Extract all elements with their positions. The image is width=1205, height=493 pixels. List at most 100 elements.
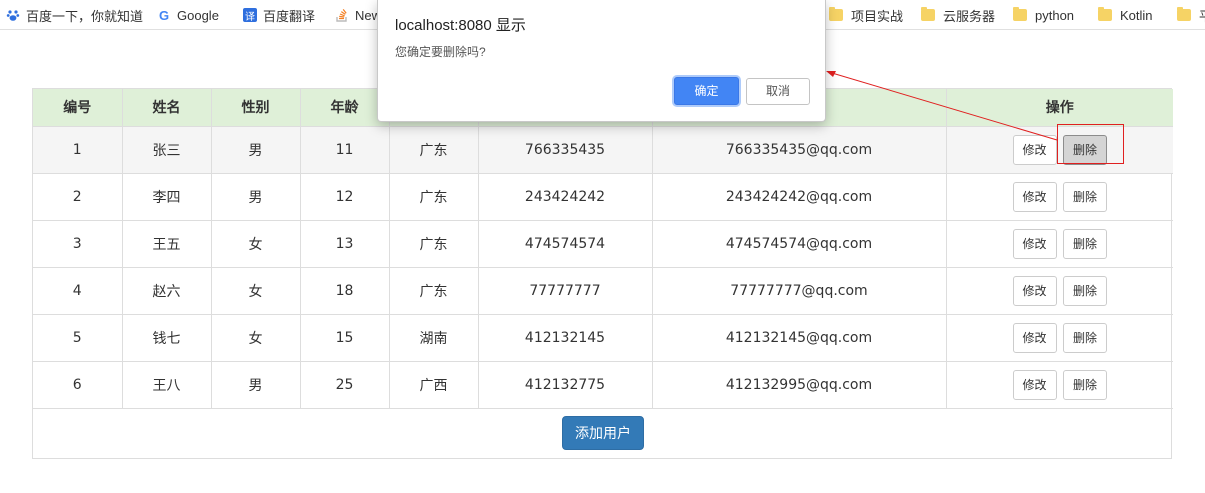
cell-name: 赵六	[122, 267, 212, 315]
dialog-message: 您确定要删除吗?	[395, 45, 486, 59]
edit-button[interactable]: 修改	[1012, 228, 1057, 259]
folder-icon	[921, 7, 935, 21]
cell-id: 4	[33, 267, 123, 315]
cell-age: 12	[300, 173, 390, 221]
cell-actions: 修改 删除	[946, 173, 1173, 221]
add-user-button[interactable]: 添加用户	[562, 416, 644, 451]
footer-cell: 添加用户	[33, 408, 1173, 458]
header-id: 编号	[33, 89, 123, 127]
edit-button[interactable]: 修改	[1012, 134, 1057, 165]
header-gender: 性别	[211, 89, 301, 127]
cell-email: 766335435@qq.com	[652, 126, 947, 174]
translate-icon: 译	[243, 8, 257, 23]
cell-province: 广东	[389, 220, 479, 268]
cell-email: 77777777@qq.com	[652, 267, 947, 315]
cell-gender: 女	[211, 220, 301, 268]
bookmark-label: Kotlin	[1120, 7, 1153, 23]
cell-id: 3	[33, 220, 123, 268]
bookmark-label: Google	[177, 7, 219, 23]
cell-name: 王五	[122, 220, 212, 268]
user-table: 编号 姓名 性别 年龄 操作 1 张三 男 11 广东 766335435 76…	[33, 89, 1173, 458]
dialog-cancel-button[interactable]: 取消	[746, 78, 810, 105]
cell-name: 李四	[122, 173, 212, 221]
folder-icon	[1098, 7, 1112, 21]
table-footer-row: 添加用户	[33, 408, 1173, 458]
header-actions: 操作	[946, 89, 1173, 127]
cell-gender: 男	[211, 361, 301, 409]
edit-button[interactable]: 修改	[1012, 369, 1057, 400]
cell-age: 11	[300, 126, 390, 174]
bookmark-label: 百度一下，你就知道	[26, 8, 144, 24]
cell-province: 湖南	[389, 314, 479, 362]
cell-id: 2	[33, 173, 123, 221]
folder-icon	[1177, 7, 1191, 21]
bookmark-label: 云服务器	[943, 8, 996, 24]
cell-province: 广东	[389, 267, 479, 315]
confirm-dialog: localhost:8080 显示 您确定要删除吗? 确定 取消	[377, 0, 826, 122]
bookmark-google[interactable]: G Google	[157, 0, 219, 30]
bookmark-label: 平	[1199, 6, 1205, 25]
cell-qq: 412132775	[478, 361, 653, 409]
table-row: 6 王八 男 25 广西 412132775 412132995@qq.com …	[33, 361, 1173, 409]
cell-qq: 474574574	[478, 220, 653, 268]
bookmark-baidu[interactable]: 百度一下，你就知道	[6, 0, 143, 30]
header-age: 年龄	[300, 89, 390, 127]
cell-age: 18	[300, 267, 390, 315]
cell-gender: 男	[211, 126, 301, 174]
cell-province: 广西	[389, 361, 479, 409]
cell-age: 13	[300, 220, 390, 268]
cell-gender: 女	[211, 267, 301, 315]
cell-actions: 修改 删除	[946, 361, 1173, 409]
annotation-highlight-box	[1057, 124, 1124, 164]
edit-button[interactable]: 修改	[1012, 322, 1057, 353]
dialog-title: localhost:8080 显示	[395, 17, 526, 34]
bookmark-folder-python[interactable]: python	[1013, 0, 1074, 30]
cell-actions: 修改 删除	[946, 314, 1173, 362]
google-icon: G	[158, 7, 170, 23]
cell-actions: 修改 删除	[946, 267, 1173, 315]
delete-button[interactable]: 删除	[1062, 181, 1107, 212]
cell-name: 张三	[122, 126, 212, 174]
folder-icon	[829, 7, 843, 21]
cell-id: 1	[33, 126, 123, 174]
cell-id: 5	[33, 314, 123, 362]
bookmark-folder-projects[interactable]: 项目实战	[829, 0, 903, 30]
bookmark-folder-kotlin[interactable]: Kotlin	[1098, 0, 1153, 30]
delete-button[interactable]: 删除	[1062, 322, 1107, 353]
user-table-panel: 编号 姓名 性别 年龄 操作 1 张三 男 11 广东 766335435 76…	[32, 88, 1173, 459]
table-row: 5 钱七 女 15 湖南 412132145 412132145@qq.com …	[33, 314, 1173, 362]
delete-button[interactable]: 删除	[1062, 275, 1107, 306]
delete-button[interactable]: 删除	[1062, 228, 1107, 259]
table-row: 3 王五 女 13 广东 474574574 474574574@qq.com …	[33, 220, 1173, 268]
cell-qq: 77777777	[478, 267, 653, 315]
header-name: 姓名	[122, 89, 212, 127]
cell-age: 25	[300, 361, 390, 409]
folder-icon	[1013, 7, 1027, 21]
delete-button[interactable]: 删除	[1062, 369, 1107, 400]
cell-id: 6	[33, 361, 123, 409]
table-row: 2 李四 男 12 广东 243424242 243424242@qq.com …	[33, 173, 1173, 221]
bookmark-folder-cloud[interactable]: 云服务器	[921, 0, 995, 30]
edit-button[interactable]: 修改	[1012, 181, 1057, 212]
cell-email: 412132145@qq.com	[652, 314, 947, 362]
baidu-paw-icon	[6, 8, 20, 22]
table-row: 4 赵六 女 18 广东 77777777 77777777@qq.com 修改…	[33, 267, 1173, 315]
cell-email: 474574574@qq.com	[652, 220, 947, 268]
dialog-ok-button[interactable]: 确定	[674, 77, 739, 105]
cell-actions: 修改 删除	[946, 220, 1173, 268]
bookmark-baidu-translate[interactable]: 译 百度翻译	[243, 0, 315, 30]
cell-age: 15	[300, 314, 390, 362]
cell-email: 243424242@qq.com	[652, 173, 947, 221]
edit-button[interactable]: 修改	[1012, 275, 1057, 306]
bookmark-folder-more[interactable]: 平	[1177, 0, 1205, 30]
bookmark-label: python	[1035, 7, 1075, 23]
cell-province: 广东	[389, 126, 479, 174]
bookmark-new[interactable]: New	[335, 0, 381, 30]
cell-qq: 766335435	[478, 126, 653, 174]
cell-qq: 243424242	[478, 173, 653, 221]
cell-gender: 女	[211, 314, 301, 362]
bookmark-label: 项目实战	[851, 8, 904, 24]
cell-gender: 男	[211, 173, 301, 221]
bookmark-label: 百度翻译	[263, 8, 316, 24]
cell-name: 钱七	[122, 314, 212, 362]
